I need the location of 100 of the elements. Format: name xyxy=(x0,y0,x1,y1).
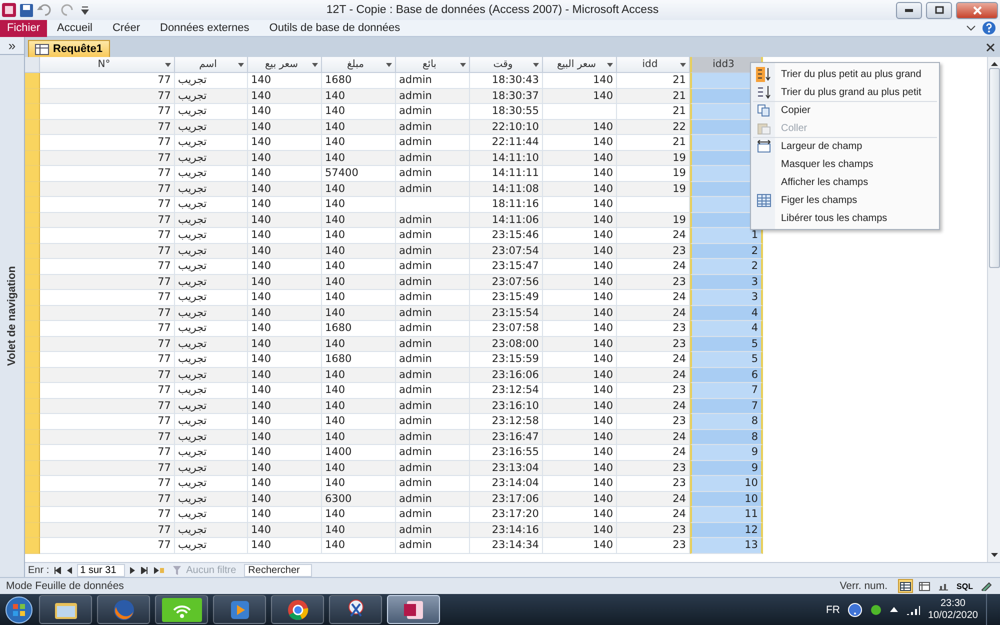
table-cell: 140 xyxy=(543,182,617,197)
column-header[interactable]: مبلغ xyxy=(322,57,396,73)
row-selector[interactable] xyxy=(25,414,40,430)
row-selector[interactable] xyxy=(25,290,40,306)
row-selector[interactable] xyxy=(25,430,40,445)
row-selector[interactable] xyxy=(25,383,40,398)
row-selector[interactable] xyxy=(25,182,40,197)
row-selector[interactable] xyxy=(25,522,40,538)
table-cell: admin xyxy=(396,228,470,244)
expand-tray-icon[interactable] xyxy=(890,607,898,612)
file-tab[interactable]: Fichier xyxy=(0,20,48,36)
ribbon-tab[interactable]: Accueil xyxy=(47,20,102,36)
table-cell: تجريب xyxy=(175,460,248,476)
start-button[interactable] xyxy=(4,594,34,624)
network-icon[interactable] xyxy=(870,602,882,616)
row-selector[interactable] xyxy=(25,150,40,166)
ribbon-tab[interactable]: Données externes xyxy=(150,20,260,36)
ribbon-tab[interactable]: Outils de base de données xyxy=(259,20,410,36)
row-selector[interactable] xyxy=(25,445,40,460)
language-indicator[interactable]: FR xyxy=(826,604,840,616)
save-icon[interactable] xyxy=(20,4,33,16)
row-selector[interactable] xyxy=(25,321,40,336)
row-selector[interactable] xyxy=(25,398,40,414)
clock[interactable]: 23:30 10/02/2020 xyxy=(928,598,978,622)
row-selector[interactable] xyxy=(25,212,40,228)
row-selector[interactable] xyxy=(25,538,40,554)
help-icon[interactable] xyxy=(848,602,862,616)
row-selector[interactable] xyxy=(25,368,40,383)
menu-item[interactable]: Figer les champs xyxy=(753,191,937,209)
menu-item[interactable]: Afficher les champs xyxy=(753,173,937,191)
table-cell: admin xyxy=(396,336,470,352)
maximize-button[interactable] xyxy=(926,2,952,18)
row-selector[interactable] xyxy=(25,306,40,321)
table-cell: 23:14:34 xyxy=(470,538,543,554)
table-cell: 23 xyxy=(617,414,690,430)
column-header[interactable]: سعر البيع xyxy=(543,57,617,73)
row-selector[interactable] xyxy=(25,135,40,150)
expand-pane-button[interactable]: » xyxy=(0,37,24,55)
table-cell: 7 xyxy=(690,383,763,398)
column-header[interactable]: اسم xyxy=(175,57,248,73)
signal-icon[interactable] xyxy=(906,604,920,614)
table-cell: admin xyxy=(396,430,470,445)
ribbon-tab[interactable]: Créer xyxy=(102,20,150,36)
row-selector[interactable] xyxy=(25,507,40,522)
row-selector[interactable] xyxy=(25,274,40,290)
table-cell: 23:07:58 xyxy=(470,321,543,336)
column-header[interactable]: سعر بيع xyxy=(248,57,322,73)
row-selector[interactable] xyxy=(25,336,40,352)
row-selector[interactable] xyxy=(25,259,40,274)
navigation-pane-label[interactable]: Volet de navigation xyxy=(6,266,18,366)
table-cell: 140 xyxy=(543,352,617,368)
row-selector[interactable] xyxy=(25,73,40,88)
scroll-down-icon[interactable] xyxy=(990,553,998,558)
row-selector[interactable] xyxy=(25,244,40,259)
row-selector[interactable] xyxy=(25,88,40,104)
document-tab[interactable]: Requête1 xyxy=(28,40,110,57)
sql-view-button[interactable]: SQL xyxy=(954,579,975,593)
datasheet-view-button[interactable] xyxy=(898,579,913,593)
row-selector[interactable] xyxy=(25,104,40,120)
scroll-thumb[interactable] xyxy=(988,68,1000,268)
menu-item[interactable]: Trier du plus grand au plus petit xyxy=(753,83,937,101)
row-selector[interactable] xyxy=(25,120,40,135)
table-cell: 140 xyxy=(543,197,617,212)
column-header[interactable]: بائع xyxy=(396,57,470,73)
menu-item[interactable]: Libérer tous les champs xyxy=(753,209,937,227)
minimize-button[interactable] xyxy=(896,2,922,18)
customize-arrow-icon[interactable] xyxy=(81,5,89,15)
search-field[interactable]: Rechercher xyxy=(244,564,312,576)
table-cell: 77 xyxy=(40,274,175,290)
table-cell: 19 xyxy=(617,212,690,228)
close-button[interactable] xyxy=(956,2,998,18)
row-selector[interactable] xyxy=(25,197,40,212)
row-selector[interactable] xyxy=(25,228,40,244)
table-cell: admin xyxy=(396,88,470,104)
table-cell: 24 xyxy=(617,492,690,507)
table-cell: 77 xyxy=(40,259,175,274)
table-cell: 140 xyxy=(322,120,396,135)
collapse-ribbon-icon[interactable] xyxy=(966,24,976,32)
pivot-table-view-button[interactable] xyxy=(916,579,932,593)
menu-item[interactable]: Copier xyxy=(753,101,937,119)
column-header[interactable]: idd xyxy=(617,57,690,73)
row-selector[interactable] xyxy=(25,476,40,492)
menu-item[interactable]: Largeur de champ xyxy=(753,137,937,155)
row-selector[interactable] xyxy=(25,352,40,368)
scroll-up-icon[interactable] xyxy=(990,61,998,66)
table-cell: 14:11:10 xyxy=(470,150,543,166)
record-position-field[interactable]: 1 sur 31 xyxy=(77,564,126,576)
app-icon[interactable] xyxy=(2,3,16,17)
row-selector[interactable] xyxy=(25,492,40,507)
menu-item[interactable]: Masquer les champs xyxy=(753,155,937,173)
table-cell: 23:16:55 xyxy=(470,445,543,460)
column-header[interactable]: وقت xyxy=(470,57,543,73)
table-cell: 140 xyxy=(543,414,617,430)
select-all-corner[interactable] xyxy=(25,57,40,73)
row-selector[interactable] xyxy=(25,166,40,182)
close-icon[interactable] xyxy=(986,43,995,52)
column-header[interactable]: N° xyxy=(40,57,175,73)
table-cell: 21 xyxy=(617,135,690,150)
vertical-scrollbar[interactable] xyxy=(987,57,1000,562)
row-selector[interactable] xyxy=(25,460,40,476)
